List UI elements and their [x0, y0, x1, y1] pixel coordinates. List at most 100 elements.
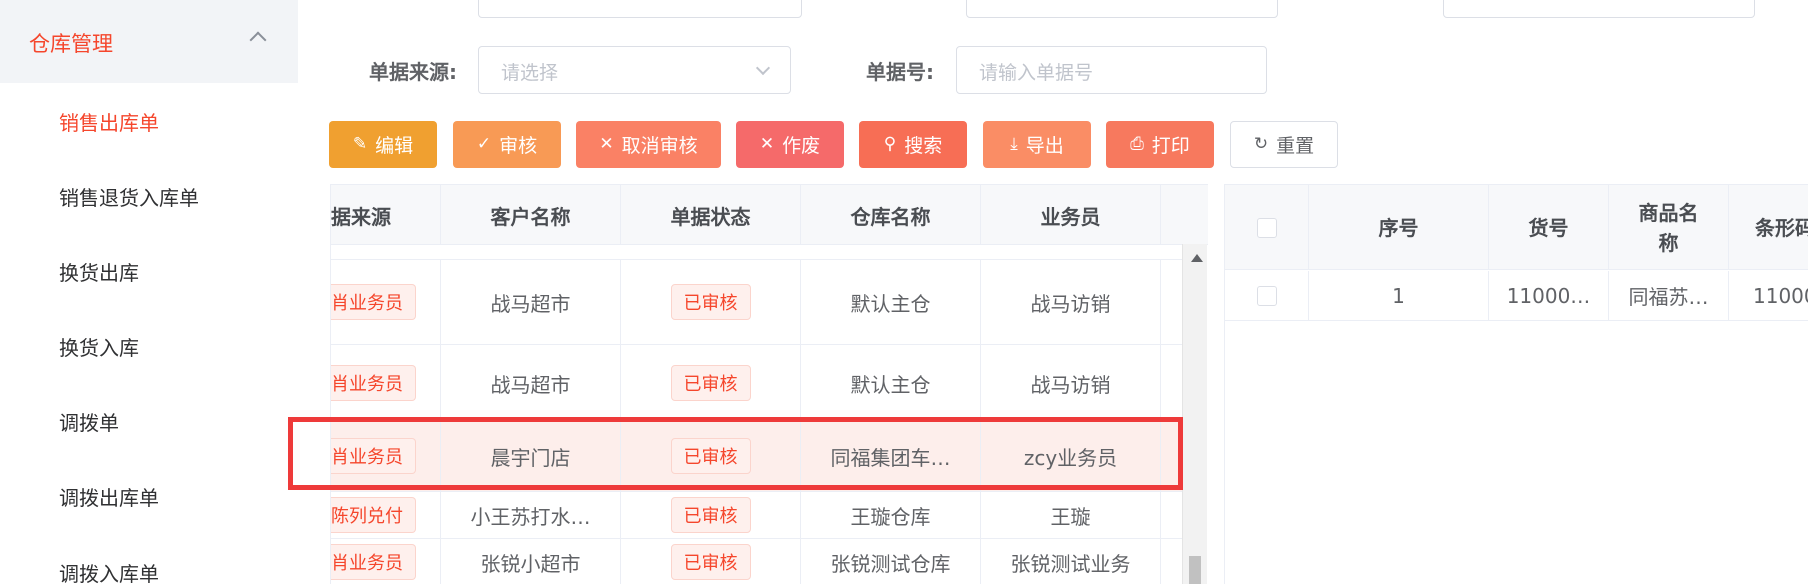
edit-label: 编辑: [375, 135, 414, 157]
sidebar-item-label: 销售出库单: [59, 111, 159, 135]
status-badge: 已审核: [670, 365, 751, 401]
sidebar-group-warehouse[interactable]: 仓库管理: [0, 0, 298, 83]
table-row-4-customer[interactable]: 小王苏打水…: [441, 492, 621, 538]
table-row-5-salesman[interactable]: 张锐测试业务: [981, 539, 1161, 584]
table-row-5-warehouse[interactable]: 张锐测试仓库: [801, 539, 981, 584]
sidebar-item-transfer-inbound[interactable]: 调拨入库单: [0, 544, 298, 584]
detail-table-header: 序号 货号 商品名称 条形码: [1225, 185, 1808, 270]
reset-button[interactable]: ↻ 重置: [1230, 121, 1338, 168]
col-header-code[interactable]: 货号: [1489, 185, 1609, 270]
sidebar-item-transfer-outbound[interactable]: 调拨出库单: [0, 468, 298, 528]
col-header-source[interactable]: 据来源: [331, 185, 441, 245]
sidebar-item-label: 调拨入库单: [59, 562, 159, 584]
order-table-header: 据来源 客户名称 单据状态 仓库名称 业务员: [331, 185, 1208, 245]
table-row-4-salesman[interactable]: 王璇: [981, 492, 1161, 538]
sidebar-item-label: 销售退货入库单: [59, 186, 199, 210]
chevron-down-icon: [755, 60, 771, 76]
source-tag: 肖业务员: [331, 544, 416, 580]
close-icon: ✕: [599, 134, 614, 154]
source-tag: 肖业务员: [331, 284, 416, 320]
number-input[interactable]: 请输入单据号: [956, 46, 1267, 94]
table-row-4-status[interactable]: 已审核: [621, 492, 801, 538]
sidebar-item-exchange-outbound[interactable]: 换货出库: [0, 243, 298, 303]
table-row-4-warehouse[interactable]: 王璇仓库: [801, 492, 981, 538]
print-button[interactable]: ⎙ 打印: [1106, 121, 1214, 168]
source-select[interactable]: 请选择: [478, 46, 791, 94]
number-label: 单据号:: [866, 60, 934, 84]
col-header-customer[interactable]: 客户名称: [441, 185, 621, 245]
status-badge: 已审核: [670, 284, 751, 320]
printer-icon: ⎙: [1130, 134, 1144, 154]
table-row-4-source[interactable]: 陈列兑付: [331, 492, 441, 538]
col-header-spacer: [1161, 185, 1208, 245]
table-row-5-status[interactable]: 已审核: [621, 539, 801, 584]
detail-row-1-select[interactable]: [1225, 271, 1309, 321]
detail-row-1-name[interactable]: 同福苏…: [1609, 271, 1729, 321]
detail-row-1-barcode[interactable]: 11000: [1729, 271, 1808, 321]
select-all-checkbox[interactable]: [1256, 217, 1277, 238]
table-row-2-salesman[interactable]: 战马访销: [981, 345, 1161, 421]
col-header-index[interactable]: 序号: [1309, 185, 1489, 270]
sidebar-item-sales-outbound[interactable]: 销售出库单: [0, 93, 298, 153]
approve-button[interactable]: ✓ 审核: [453, 121, 561, 168]
warehouse-select[interactable]: [966, 0, 1278, 18]
source-label: 单据来源:: [369, 60, 457, 84]
table-row-1-source[interactable]: 肖业务员: [331, 260, 441, 344]
col-header-salesman[interactable]: 业务员: [981, 185, 1161, 245]
void-button[interactable]: ✕ 作废: [736, 121, 844, 168]
col-header-warehouse[interactable]: 仓库名称: [801, 185, 981, 245]
status-select[interactable]: [1443, 0, 1755, 18]
table-row-5-customer[interactable]: 张锐小超市: [441, 539, 621, 584]
date-range-input[interactable]: [478, 0, 802, 18]
refresh-icon: ↻: [1253, 134, 1269, 154]
col-header-status[interactable]: 单据状态: [621, 185, 801, 245]
source-placeholder: 请选择: [501, 62, 559, 84]
cancel-approve-button[interactable]: ✕ 取消审核: [576, 121, 721, 168]
edit-button[interactable]: ✎ 编辑: [329, 121, 437, 168]
sidebar-group-label: 仓库管理: [29, 32, 113, 56]
number-placeholder: 请输入单据号: [979, 62, 1094, 84]
search-icon: ⚲: [883, 134, 897, 154]
search-label: 搜索: [904, 135, 943, 157]
approve-label: 审核: [499, 135, 538, 157]
edit-icon: ✎: [352, 134, 368, 154]
detail-row-1-code[interactable]: 11000…: [1489, 271, 1609, 321]
scroll-up-arrow-icon[interactable]: [1191, 254, 1203, 262]
table-row-1-status[interactable]: 已审核: [621, 260, 801, 344]
table-row-1-customer[interactable]: 战马超市: [441, 260, 621, 344]
sidebar-item-transfer[interactable]: 调拨单: [0, 393, 298, 453]
detail-table: 序号 货号 商品名称 条形码 1 11000… 同福苏… 11000: [1224, 184, 1808, 584]
sidebar-item-label: 调拨出库单: [59, 486, 159, 510]
select-all-cell[interactable]: [1225, 185, 1309, 270]
download-icon: ⤓: [1010, 134, 1018, 154]
row-checkbox[interactable]: [1256, 285, 1277, 306]
source-tag: 肖业务员: [331, 365, 416, 401]
col-header-barcode[interactable]: 条形码: [1729, 185, 1808, 270]
highlight-box: [288, 417, 1183, 490]
table-row-2-customer[interactable]: 战马超市: [441, 345, 621, 421]
table-row-2-source[interactable]: 肖业务员: [331, 345, 441, 421]
table-row-2-warehouse[interactable]: 默认主仓: [801, 345, 981, 421]
table-row-1-salesman[interactable]: 战马访销: [981, 260, 1161, 344]
col-header-product-name[interactable]: 商品名称: [1609, 185, 1729, 270]
sidebar-item-label: 换货出库: [59, 261, 139, 285]
table-row-1-warehouse[interactable]: 默认主仓: [801, 260, 981, 344]
scroll-thumb[interactable]: [1189, 556, 1201, 584]
source-tag: 陈列兑付: [331, 497, 416, 533]
detail-row-1-index[interactable]: 1: [1309, 271, 1489, 321]
cancel-approve-label: 取消审核: [621, 135, 698, 157]
table-row-2-status[interactable]: 已审核: [621, 345, 801, 421]
search-button[interactable]: ⚲ 搜索: [859, 121, 967, 168]
export-button[interactable]: ⤓ 导出: [983, 121, 1091, 168]
sidebar-item-label: 调拨单: [59, 411, 119, 435]
sidebar: 仓库管理 销售出库单 销售退货入库单 换货出库 换货入库 调拨单 调拨出库单 调…: [0, 0, 298, 584]
status-badge: 已审核: [670, 544, 751, 580]
sidebar-item-sales-return-inbound[interactable]: 销售退货入库单: [0, 168, 298, 228]
table-row-5-source[interactable]: 肖业务员: [331, 539, 441, 584]
table-scrollbar[interactable]: [1182, 244, 1207, 584]
sidebar-item-label: 换货入库: [59, 336, 139, 360]
check-icon: ✓: [476, 134, 492, 154]
sidebar-item-exchange-inbound[interactable]: 换货入库: [0, 318, 298, 378]
order-table: 据来源 客户名称 单据状态 仓库名称 业务员 肖业务员 战马超市 已审核 默认主…: [330, 184, 1208, 584]
status-badge: 已审核: [670, 497, 751, 533]
